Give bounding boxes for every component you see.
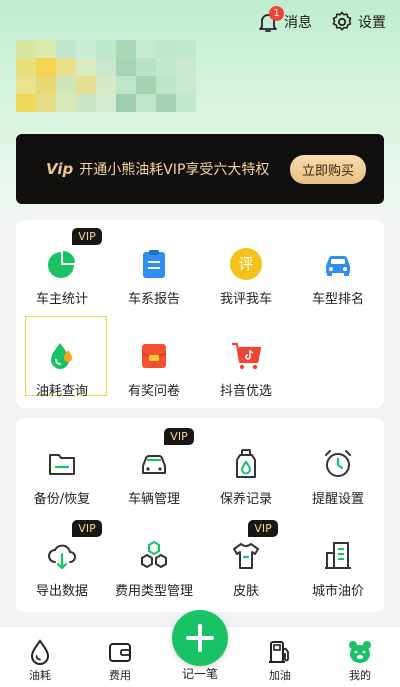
- messages-button[interactable]: 1 消息: [256, 6, 312, 34]
- red-envelope-icon: [141, 344, 167, 368]
- bear-icon: [349, 641, 371, 663]
- oil-bottle-icon: [236, 449, 256, 478]
- grid-item-backup-restore[interactable]: 备份/恢复: [16, 424, 108, 508]
- grid-item-reminder[interactable]: 提醒设置: [292, 424, 384, 508]
- tools-card: 车主统计 VIP 车系报告 评 我评我车 车型排名 油耗查询 有奖问卷 抖音优选: [16, 220, 384, 408]
- grid-item-car-ranking[interactable]: 车型排名: [292, 224, 384, 308]
- grid-item-fuel-query[interactable]: 油耗查询: [16, 316, 108, 400]
- vip-tag: VIP: [72, 520, 102, 537]
- review-icon: 评: [230, 248, 262, 280]
- messages-label: 消息: [284, 15, 312, 31]
- pie-chart-icon: [48, 251, 75, 278]
- grid-item-label: 城市油价: [311, 584, 364, 599]
- grid-item-label: 费用类型管理: [114, 584, 193, 599]
- grid-item-label: 油耗查询: [35, 384, 88, 399]
- vip-tag: VIP: [248, 520, 278, 537]
- add-record-button[interactable]: [172, 610, 228, 666]
- nav-item-fuel[interactable]: 油耗: [10, 639, 70, 683]
- grid-item-review-car[interactable]: 评 我评我车: [200, 224, 292, 308]
- plus-icon: [186, 624, 214, 652]
- message-count-badge: 1: [269, 6, 284, 21]
- fuel-drop-icon: [51, 343, 72, 369]
- nav-label: 我的: [349, 669, 371, 682]
- grid-item-survey[interactable]: 有奖问卷: [108, 316, 200, 400]
- nav-label: 费用: [109, 669, 131, 682]
- grid-item-city-fuel-price[interactable]: 城市油价: [292, 516, 384, 600]
- nav-label: 加油: [269, 669, 291, 682]
- add-record-label: 记一笔: [181, 667, 218, 681]
- hexagons-icon: [141, 540, 167, 569]
- vip-promo-text: 开通小熊油耗VIP享受六大特权: [79, 162, 270, 178]
- nav-label: 油耗: [29, 669, 51, 682]
- grid-item-label: 皮肤: [232, 584, 259, 599]
- gear-icon: [332, 11, 352, 31]
- buy-now-button[interactable]: 立即购买: [289, 154, 366, 184]
- gas-pump-icon: [269, 641, 289, 663]
- nav-item-expense[interactable]: 费用: [90, 639, 150, 683]
- alarm-clock-icon: [325, 450, 351, 477]
- grid-item-label: 车型排名: [311, 292, 364, 307]
- wallet-icon: [109, 643, 131, 662]
- cloud-download-icon: [48, 544, 76, 570]
- car-icon: [326, 256, 350, 276]
- vip-tag: VIP: [164, 428, 194, 445]
- settings-card: 备份/恢复 车辆管理 VIP 保养记录 提醒设置 导出数据 VIP 费用类型管理…: [16, 418, 384, 612]
- grid-item-label: 车系报告: [127, 292, 180, 307]
- grid-item-label: 车主统计: [35, 292, 88, 307]
- clipboard-icon: [143, 250, 165, 278]
- tshirt-icon: [233, 543, 259, 569]
- grid-item-label: 车辆管理: [127, 492, 180, 507]
- grid-item-series-report[interactable]: 车系报告: [108, 224, 200, 308]
- grid-item-label: 导出数据: [35, 584, 88, 599]
- tiktok-cart-icon: [232, 342, 262, 370]
- bell-icon: 1: [256, 6, 284, 34]
- settings-button[interactable]: 设置: [330, 10, 386, 34]
- car-outline-icon: [142, 455, 166, 474]
- nav-item-mine[interactable]: 我的: [330, 639, 390, 683]
- vip-tag: VIP: [72, 228, 102, 245]
- grid-item-label: 抖音优选: [219, 384, 272, 399]
- grid-item-label: 我评我车: [219, 292, 272, 307]
- grid-item-label: 备份/恢复: [33, 492, 91, 507]
- grid-item-maintenance[interactable]: 保养记录: [200, 424, 292, 508]
- grid-item-label: 提醒设置: [311, 492, 364, 507]
- grid-item-label: 有奖问卷: [127, 384, 180, 399]
- vip-logo-icon: Vip: [46, 160, 74, 178]
- avatar[interactable]: [16, 40, 200, 112]
- vip-promo-banner[interactable]: Vip 开通小熊油耗VIP享受六大特权 立即购买: [16, 134, 384, 204]
- drop-icon: [30, 639, 50, 665]
- grid-item-label: 保养记录: [219, 492, 272, 507]
- nav-item-refuel[interactable]: 加油: [250, 639, 310, 683]
- grid-item-expense-types[interactable]: 费用类型管理: [108, 516, 200, 600]
- buildings-icon: [325, 542, 351, 569]
- folder-icon: [49, 454, 75, 475]
- grid-item-skin[interactable]: 皮肤: [200, 516, 292, 600]
- grid-item-douyin-select[interactable]: 抖音优选: [200, 316, 292, 400]
- settings-label: 设置: [358, 15, 386, 31]
